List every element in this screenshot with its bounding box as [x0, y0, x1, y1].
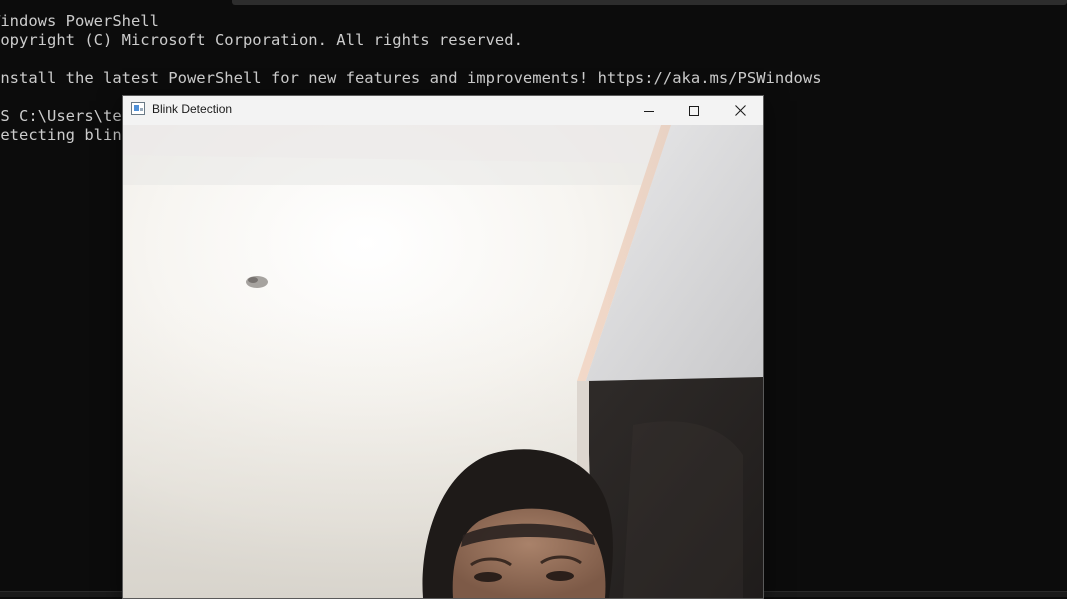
- minimize-button[interactable]: [626, 96, 672, 125]
- terminal-line: Windows PowerShell: [0, 12, 159, 30]
- window-title: Blink Detection: [152, 102, 233, 116]
- close-icon: [734, 105, 746, 116]
- minimize-icon: [644, 106, 654, 116]
- blink-detection-window[interactable]: Blink Detection: [122, 95, 764, 599]
- terminal-prompt-line: PS C:\Users\te: [0, 107, 122, 125]
- window-titlebar[interactable]: Blink Detection: [123, 96, 763, 125]
- terminal-output-line: Detecting blink: [0, 126, 131, 144]
- terminal-scrollbar[interactable]: [232, 0, 1067, 5]
- webcam-frame: [123, 125, 763, 598]
- terminal-line: Copyright (C) Microsoft Corporation. All…: [0, 31, 523, 49]
- terminal-line: Install the latest PowerShell for new fe…: [0, 69, 822, 87]
- maximize-icon: [689, 105, 699, 116]
- close-button[interactable]: [717, 96, 763, 125]
- app-window-icon: [131, 102, 145, 115]
- maximize-button[interactable]: [671, 96, 717, 125]
- webcam-video-feed: [123, 125, 763, 598]
